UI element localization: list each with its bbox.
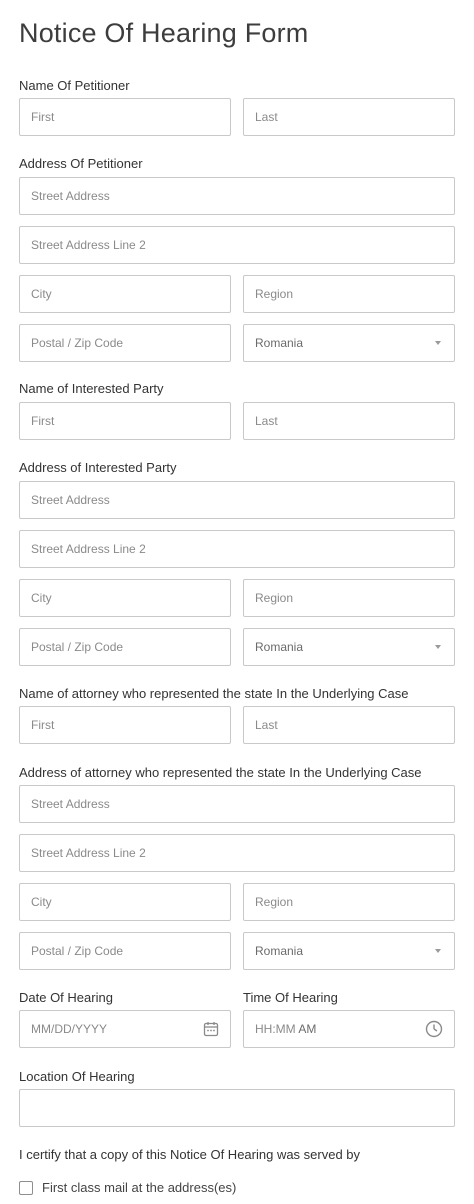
- attorney-street-input[interactable]: Street Address: [19, 785, 455, 823]
- hearing-date-label: Date Of Hearing: [19, 990, 113, 1005]
- interested-street-input[interactable]: Street Address: [19, 481, 455, 519]
- placeholder: Street Address Line 2: [31, 542, 146, 556]
- placeholder: Street Address Line 2: [31, 846, 146, 860]
- hearing-location-label: Location Of Hearing: [19, 1069, 135, 1084]
- attorney-street2-input[interactable]: Street Address Line 2: [19, 834, 455, 872]
- placeholder: Last: [255, 414, 278, 428]
- interested-city-input[interactable]: City: [19, 579, 231, 617]
- placeholder: Street Address: [31, 493, 110, 507]
- attorney-city-input[interactable]: City: [19, 883, 231, 921]
- selected-value: Romania: [255, 944, 304, 958]
- placeholder: Postal / Zip Code: [31, 944, 124, 958]
- placeholder: Street Address Line 2: [31, 238, 146, 252]
- interested-street2-input[interactable]: Street Address Line 2: [19, 530, 455, 568]
- hearing-time-input[interactable]: HH:MM AM: [243, 1010, 455, 1048]
- placeholder: City: [31, 591, 52, 605]
- hearing-time-label: Time Of Hearing: [243, 990, 338, 1005]
- petitioner-address-label: Address Of Petitioner: [19, 156, 143, 171]
- selected-value: Romania: [255, 336, 304, 350]
- placeholder: Last: [255, 110, 278, 124]
- chevron-down-icon: [435, 341, 441, 345]
- time-placeholder-hhmm: HH:MM: [255, 1022, 296, 1036]
- attorney-postal-input[interactable]: Postal / Zip Code: [19, 932, 231, 970]
- certify-label: I certify that a copy of this Notice Of …: [19, 1147, 361, 1162]
- petitioner-country-select[interactable]: Romania: [243, 324, 455, 362]
- attorney-name-label: Name of attorney who represented the sta…: [19, 686, 409, 701]
- first-class-mail-label[interactable]: First class mail at the address(es): [42, 1180, 236, 1195]
- placeholder: Street Address: [31, 797, 110, 811]
- placeholder: Postal / Zip Code: [31, 336, 124, 350]
- placeholder: Region: [255, 287, 294, 301]
- petitioner-street-input[interactable]: Street Address: [19, 177, 455, 215]
- hearing-date-input[interactable]: MM/DD/YYYY: [19, 1010, 231, 1048]
- attorney-country-select[interactable]: Romania: [243, 932, 455, 970]
- petitioner-first-name-input[interactable]: First: [19, 98, 231, 136]
- attorney-last-name-input[interactable]: Last: [243, 706, 455, 744]
- interested-country-select[interactable]: Romania: [243, 628, 455, 666]
- chevron-down-icon: [435, 949, 441, 953]
- chevron-down-icon: [435, 645, 441, 649]
- placeholder: First: [31, 414, 55, 428]
- attorney-first-name-input[interactable]: First: [19, 706, 231, 744]
- placeholder: Region: [255, 895, 294, 909]
- attorney-address-label: Address of attorney who represented the …: [19, 765, 422, 780]
- placeholder: First: [31, 110, 55, 124]
- placeholder: Last: [255, 718, 278, 732]
- placeholder: MM/DD/YYYY: [31, 1022, 108, 1036]
- placeholder: Street Address: [31, 189, 110, 203]
- selected-value: Romania: [255, 640, 304, 654]
- petitioner-name-label: Name Of Petitioner: [19, 78, 130, 93]
- attorney-region-input[interactable]: Region: [243, 883, 455, 921]
- interested-last-name-input[interactable]: Last: [243, 402, 455, 440]
- first-class-mail-checkbox[interactable]: [19, 1181, 33, 1195]
- page-title: Notice Of Hearing Form: [19, 18, 309, 48]
- placeholder: City: [31, 287, 52, 301]
- time-placeholder-ampm: AM: [298, 1022, 317, 1036]
- calendar-icon[interactable]: [203, 1021, 219, 1037]
- interested-first-name-input[interactable]: First: [19, 402, 231, 440]
- clock-icon[interactable]: [425, 1020, 443, 1038]
- placeholder: Postal / Zip Code: [31, 640, 124, 654]
- petitioner-region-input[interactable]: Region: [243, 275, 455, 313]
- petitioner-postal-input[interactable]: Postal / Zip Code: [19, 324, 231, 362]
- interested-postal-input[interactable]: Postal / Zip Code: [19, 628, 231, 666]
- time-placeholder: HH:MM AM: [255, 1022, 316, 1036]
- hearing-location-input[interactable]: [19, 1089, 455, 1127]
- interested-address-label: Address of Interested Party: [19, 460, 177, 475]
- petitioner-street2-input[interactable]: Street Address Line 2: [19, 226, 455, 264]
- petitioner-last-name-input[interactable]: Last: [243, 98, 455, 136]
- interested-region-input[interactable]: Region: [243, 579, 455, 617]
- petitioner-city-input[interactable]: City: [19, 275, 231, 313]
- placeholder: City: [31, 895, 52, 909]
- placeholder: First: [31, 718, 55, 732]
- interested-name-label: Name of Interested Party: [19, 381, 164, 396]
- placeholder: Region: [255, 591, 294, 605]
